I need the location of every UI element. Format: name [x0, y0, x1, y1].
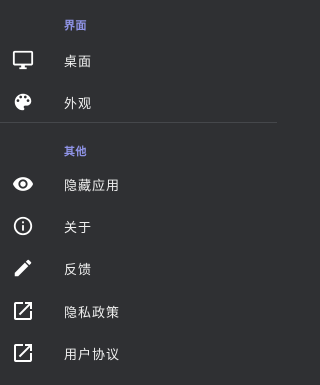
eye-icon [11, 172, 35, 196]
menu-item-appearance[interactable]: 外观 [0, 81, 277, 123]
menu-item-label: 关于 [64, 220, 93, 236]
pencil-icon [11, 256, 35, 280]
monitor-icon [11, 48, 35, 72]
menu-item-label: 隐藏应用 [64, 178, 121, 194]
section-divider [0, 122, 277, 123]
section-header-interface: 界面 [64, 19, 87, 32]
menu-item-label: 反馈 [64, 262, 93, 278]
menu-item-hidden-apps[interactable]: 隐藏应用 [0, 163, 277, 205]
menu-item-label: 用户协议 [64, 347, 121, 363]
palette-icon [11, 90, 35, 114]
menu-item-about[interactable]: 关于 [0, 205, 277, 247]
menu-item-feedback[interactable]: 反馈 [0, 247, 277, 289]
menu-item-user-agreement[interactable]: 用户协议 [0, 332, 277, 374]
settings-screen: 界面 桌面 外观 其他 隐藏应用 关于 反馈 隐私政策 用户协议 [0, 0, 277, 385]
menu-item-privacy-policy[interactable]: 隐私政策 [0, 290, 277, 332]
open-in-new-icon [11, 341, 35, 365]
menu-item-desktop[interactable]: 桌面 [0, 39, 277, 81]
section-header-other: 其他 [64, 145, 87, 158]
info-icon [11, 214, 35, 238]
open-in-new-icon [11, 299, 35, 323]
menu-item-label: 隐私政策 [64, 305, 121, 321]
menu-item-label: 外观 [64, 96, 93, 112]
menu-item-label: 桌面 [64, 54, 93, 70]
